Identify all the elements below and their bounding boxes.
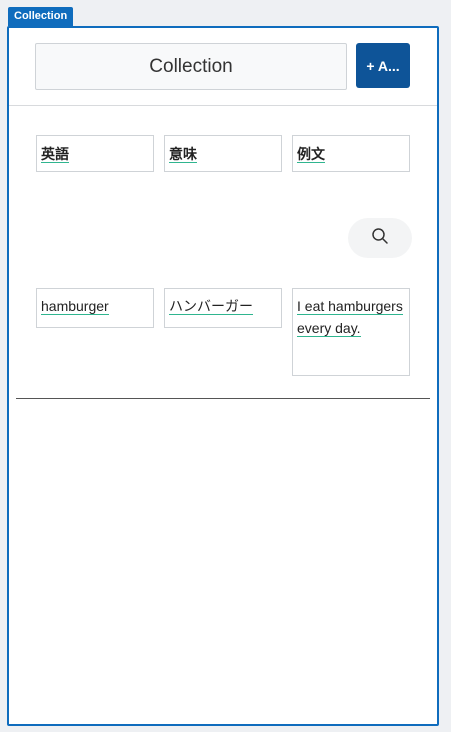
column-header-label: 意味 [169, 146, 197, 163]
search-icon [371, 227, 389, 250]
column-header-english: 英語 [36, 135, 154, 172]
divider [16, 398, 430, 399]
cell-text: ハンバーガー [169, 298, 253, 315]
collection-panel: Collection + A... 英語 意味 例文 hamburger ハンバ… [7, 26, 439, 726]
column-header-label: 英語 [41, 146, 69, 163]
add-button[interactable]: + A... [356, 43, 410, 88]
cell-english[interactable]: hamburger [36, 288, 154, 328]
column-header-meaning: 意味 [164, 135, 282, 172]
header-bar: Collection + A... [9, 28, 437, 106]
cell-text: I eat hamburgers every day. [297, 298, 403, 337]
cell-meaning[interactable]: ハンバーガー [164, 288, 282, 328]
cell-text: hamburger [41, 298, 109, 315]
search-button[interactable] [348, 218, 412, 258]
column-header-label: 例文 [297, 146, 325, 163]
page-title: Collection [35, 43, 347, 90]
collection-tab[interactable]: Collection [8, 7, 74, 26]
cell-example[interactable]: I eat hamburgers every day. [292, 288, 410, 376]
column-header-example: 例文 [292, 135, 410, 172]
